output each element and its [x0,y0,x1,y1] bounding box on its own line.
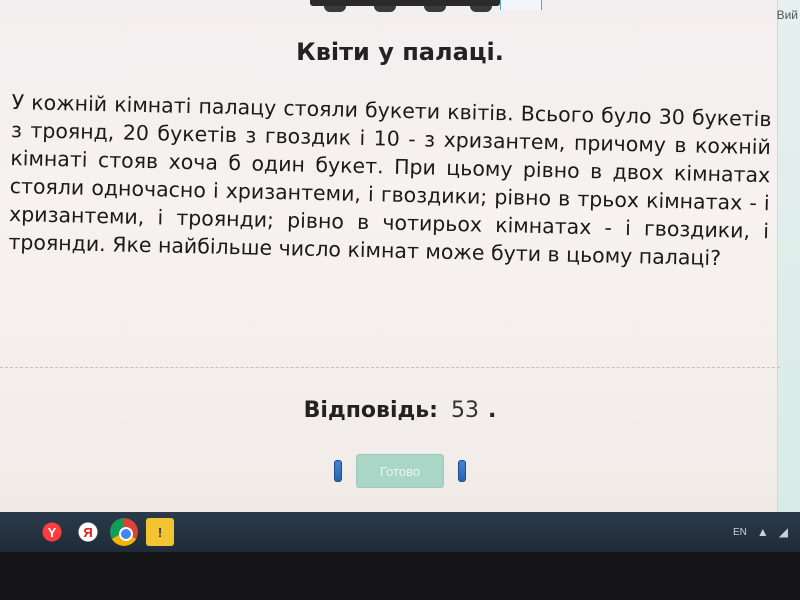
chrome-icon[interactable] [110,518,138,546]
system-tray: EN ▲ ◢ [733,525,788,539]
monitor-bezel [0,552,800,600]
taskbar: Y Я ! EN ▲ ◢ [0,512,800,552]
right-handle-icon [458,460,466,482]
done-row: Готово [0,454,800,488]
sound-icon[interactable]: ◢ [779,525,788,539]
done-button[interactable]: Готово [356,454,444,488]
top-illustration [310,0,542,16]
app-window: Вий Квіти у палаці. У кожній кімнаті пал… [0,0,800,512]
yandex-browser-icon[interactable]: Y [38,518,66,546]
divider [0,367,780,368]
warning-icon[interactable]: ! [146,518,174,546]
answer-input[interactable]: 53 [451,398,479,423]
answer-trailing-dot: . [487,398,497,423]
exit-link[interactable]: Вий [777,8,798,22]
side-panel [777,0,800,512]
language-indicator[interactable]: EN [733,527,747,538]
answer-row: Відповідь: 53 . [0,398,800,423]
left-handle-icon [334,460,342,482]
problem-text: У кожній кімнаті палацу стояли букети кв… [8,89,772,271]
signal-icon[interactable]: ▲ [757,525,769,539]
task-title: Квіти у палаці. [296,38,504,66]
answer-label: Відповідь: [303,398,438,423]
yandex-icon[interactable]: Я [74,518,102,546]
